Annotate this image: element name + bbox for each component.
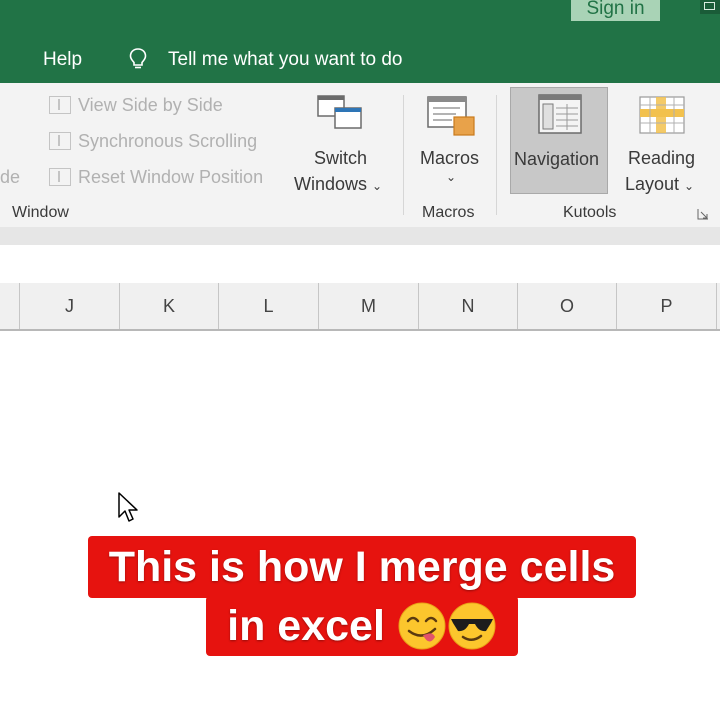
chevron-down-icon: ⌄	[684, 179, 695, 193]
formula-bar[interactable]	[0, 245, 720, 284]
column-header[interactable]: M	[319, 283, 419, 329]
macros-button[interactable]: Macros	[420, 148, 479, 169]
ribbon-bottom-strip	[0, 227, 720, 245]
truncated-ribbon-label: de	[0, 167, 21, 187]
switch-windows-label[interactable]: Switch	[314, 148, 367, 169]
navigation-button[interactable]: Navigation	[510, 87, 608, 194]
reading-layout-button[interactable]: Layout ⌄	[625, 174, 694, 195]
group-divider	[496, 95, 497, 215]
tell-me-search[interactable]: Tell me what you want to do	[168, 49, 402, 71]
column-header-row: J K L M N O P	[0, 283, 720, 331]
column-header-partial[interactable]	[0, 283, 20, 329]
chevron-down-icon: ⌄	[446, 170, 457, 184]
sync-scroll-icon	[49, 132, 71, 150]
chevron-down-icon: ⌄	[372, 179, 383, 193]
dialog-launcher-icon[interactable]	[697, 208, 709, 220]
mouse-cursor-icon	[118, 492, 138, 522]
ribbon: de View Side by Side Synchronous Scrolli…	[0, 83, 720, 228]
column-header[interactable]: J	[20, 283, 120, 329]
window-group-label: Window	[12, 204, 69, 221]
caption-line-2: in excel	[206, 596, 518, 656]
caption-line-1: This is how I merge cells	[88, 536, 636, 598]
group-divider	[403, 95, 404, 215]
reset-window-icon	[49, 168, 71, 186]
reading-layout-icon[interactable]	[638, 95, 686, 137]
column-header[interactable]: N	[419, 283, 518, 329]
navigation-label: Navigation	[514, 149, 600, 169]
reading-layout-label[interactable]: Reading	[628, 148, 695, 169]
column-header[interactable]: P	[617, 283, 717, 329]
column-header[interactable]: K	[120, 283, 219, 329]
switch-windows-button[interactable]: Windows ⌄	[294, 174, 382, 195]
switch-windows-icon[interactable]	[316, 93, 364, 133]
tab-help[interactable]: Help	[43, 49, 82, 71]
menu-bar: Help Tell me what you want to do	[0, 33, 720, 83]
synchronous-scrolling-button[interactable]: Synchronous Scrolling	[78, 131, 257, 152]
sign-in-button[interactable]: Sign in	[571, 0, 660, 21]
view-side-by-side-icon	[49, 96, 71, 114]
ribbon-display-options-icon[interactable]	[700, 0, 720, 14]
reset-window-position-button[interactable]: Reset Window Position	[78, 167, 263, 188]
macros-group-label: Macros	[422, 204, 475, 221]
column-header[interactable]: O	[518, 283, 617, 329]
yum-face-emoji	[398, 602, 446, 650]
column-header[interactable]: L	[219, 283, 319, 329]
sunglasses-face-emoji	[448, 602, 496, 650]
view-side-by-side-button[interactable]: View Side by Side	[78, 95, 223, 116]
navigation-icon	[538, 94, 582, 134]
kutools-group-label: Kutools	[563, 204, 617, 221]
lightbulb-icon	[129, 48, 147, 69]
macros-icon[interactable]	[426, 95, 478, 139]
worksheet-grid[interactable]	[0, 331, 720, 720]
title-bar: Sign in	[0, 0, 720, 33]
